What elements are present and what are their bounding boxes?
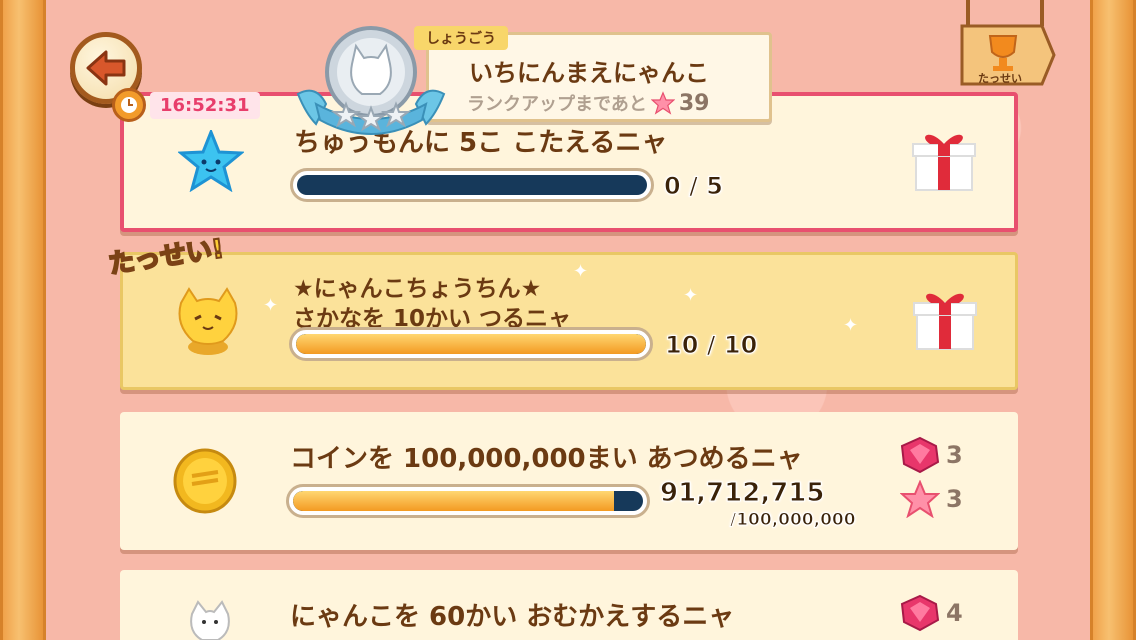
reward-count: 3 xyxy=(946,485,963,513)
mission-text-line1: ★にゃんこちょうちん★ xyxy=(293,276,542,302)
progress-current: 91,712,715 xyxy=(659,478,825,509)
left-wood-frame xyxy=(0,0,46,640)
gem-icon xyxy=(900,594,940,632)
mission-card-2[interactable]: ★にゃんこちょうちん★ さかなを 10かい つるニャ 10 / 10 ✦ ✦ ✦… xyxy=(120,252,1018,390)
white-cat-icon xyxy=(190,600,230,640)
progress-bar xyxy=(289,327,653,361)
reward-count: 4 xyxy=(946,599,963,627)
right-wood-frame xyxy=(1090,0,1136,640)
mission-text: コインを 100,000,000まい あつめるニャ xyxy=(290,444,803,474)
mission-card-3[interactable]: コインを 100,000,000まい あつめるニャ 91,712,715 /10… xyxy=(120,412,1018,550)
reward-gem: 4 xyxy=(900,594,963,632)
progress-separator: / xyxy=(689,172,699,201)
sparkle-icon: ✦ xyxy=(573,261,589,282)
gem-icon xyxy=(900,436,940,474)
cat-lantern-icon xyxy=(178,287,238,355)
clock-icon xyxy=(112,88,146,122)
sparkle-icon: ✦ xyxy=(263,295,279,316)
sparkle-icon: ✦ xyxy=(843,315,859,336)
progress-current: 10 xyxy=(664,331,699,360)
sparkle-icon: ✦ xyxy=(683,285,699,306)
progress-separator: / xyxy=(706,331,716,360)
progress-bar xyxy=(286,484,650,518)
reward-gem: 3 xyxy=(900,436,963,474)
rank-label: しょうごう xyxy=(414,26,508,50)
progress-target: 10 xyxy=(723,331,758,360)
blue-star-icon xyxy=(178,130,244,192)
timer: 16:52:31 xyxy=(112,88,260,122)
progress-target: 5 xyxy=(706,172,724,201)
progress-bar xyxy=(290,168,654,202)
achievements-label: たっせい xyxy=(978,72,1022,85)
pink-star-icon xyxy=(900,480,940,518)
rank-title: いちにんまえにゃんこ xyxy=(469,59,709,87)
progress-count: 0 / 5 xyxy=(664,172,724,201)
progress-target: /100,000,000 xyxy=(730,510,857,531)
back-arrow-icon xyxy=(86,50,126,86)
mission-text: にゃんこを 60かい おむかえするニャ xyxy=(290,602,735,632)
rank-up-count: 39 xyxy=(678,90,710,116)
gift-icon[interactable] xyxy=(911,285,979,353)
rank-up-text: ランクアップまであと xyxy=(467,94,647,115)
progress-count: 10 / 10 xyxy=(664,331,758,360)
mission-card-4[interactable]: にゃんこを 60かい おむかえするニャ 4 xyxy=(120,570,1018,640)
timer-text: 16:52:31 xyxy=(150,91,260,119)
pink-star-icon xyxy=(650,91,675,115)
progress-current: 0 xyxy=(664,172,682,201)
rank-up-info: ランクアップまであと 39 xyxy=(467,90,709,116)
gift-icon[interactable] xyxy=(910,126,978,194)
reward-star: 3 xyxy=(900,480,963,518)
coin-icon xyxy=(173,448,237,514)
reward-count: 3 xyxy=(946,441,963,469)
